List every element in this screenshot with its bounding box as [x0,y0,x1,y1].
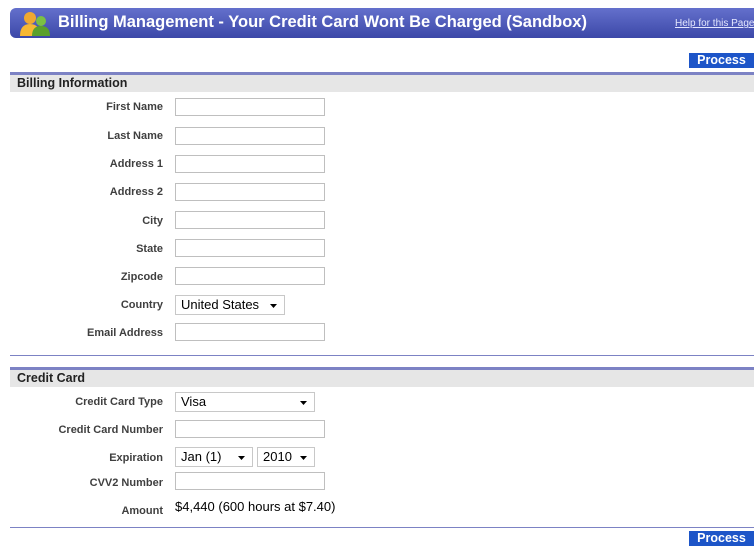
expiration-year-select[interactable]: 2010 [257,447,315,467]
cvv2-input[interactable] [175,472,325,490]
card-type-label: Credit Card Type [75,396,163,408]
zipcode-input[interactable] [175,267,325,285]
last-name-label: Last Name [107,130,163,142]
card-type-selected-value: Visa [181,394,207,409]
address2-input[interactable] [175,183,325,201]
email-input[interactable] [175,323,325,341]
last-name-input[interactable] [175,127,325,145]
card-type-select[interactable]: Visa [175,392,315,412]
first-name-label: First Name [106,101,163,113]
chevron-down-icon [270,304,277,308]
first-name-input[interactable] [175,98,325,116]
billing-section-title: Billing Information [17,76,128,90]
amount-value: $4,440 (600 hours at $7.40) [175,499,336,514]
country-label: Country [120,299,163,311]
amount-label: Amount [121,505,163,517]
country-select[interactable]: United States [175,295,285,315]
country-selected-value: United States [181,297,260,312]
process-button-top[interactable]: Process [689,53,754,68]
expiration-month-select[interactable]: Jan (1) [175,447,253,467]
email-label: Email Address [86,327,163,339]
card-number-label: Credit Card Number [58,424,163,436]
state-input[interactable] [175,239,325,257]
process-button-bottom[interactable]: Process [689,531,754,546]
users-icon [20,12,50,36]
expiration-month-value: Jan (1) [181,449,222,464]
card-number-input[interactable] [175,420,325,438]
zipcode-label: Zipcode [120,271,163,283]
billing-section-header: Billing Information [10,72,754,92]
address1-label: Address 1 [109,158,163,170]
city-label: City [142,215,163,227]
credit-card-section-title: Credit Card [17,371,86,385]
city-input[interactable] [175,211,325,229]
expiration-year-value: 2010 [263,449,292,464]
chevron-down-icon [300,401,307,405]
address2-label: Address 2 [109,186,163,198]
cvv2-label: CVV2 Number [89,477,163,489]
chevron-down-icon [238,456,245,460]
state-label: State [136,243,163,255]
expiration-label: Expiration [109,452,163,464]
chevron-down-icon [300,456,307,460]
credit-card-section-header: Credit Card [10,367,754,387]
page-title: Billing Management - Your Credit Card Wo… [58,13,587,31]
help-link[interactable]: Help for this Page [675,18,754,29]
credit-card-section-divider [10,527,754,528]
address1-input[interactable] [175,155,325,173]
billing-section-divider [10,355,754,356]
page-header: Billing Management - Your Credit Card Wo… [10,8,754,38]
